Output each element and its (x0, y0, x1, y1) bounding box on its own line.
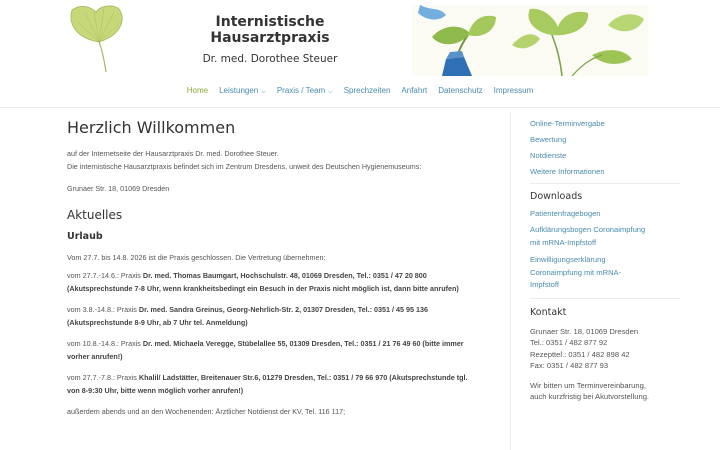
news-heading: Aktuelles (67, 207, 123, 222)
sidebar-link-bewertung[interactable]: Bewertung (530, 134, 690, 145)
downloads-heading: Downloads (530, 191, 583, 202)
replacement-entry: vom 27.7.-14.6.: Praxis Dr. med. Thomas … (67, 270, 497, 295)
nav-item-sprechzeiten[interactable]: Sprechzeiten (344, 86, 391, 100)
nav-item-label: Praxis / Team (276, 86, 326, 95)
download-link-line[interactable]: Impfstoff (530, 279, 690, 292)
replacement-practice: Dr. med. Sandra Greinus, Georg-Nehrlich-… (138, 305, 428, 314)
download-link-line[interactable]: Aufklärungsbogen Coronaimpfung (530, 224, 690, 237)
nav-item-label: Leistungen (219, 86, 259, 95)
contact-rezepttel: Rezepttel.: 0351 / 482 898 42 (530, 349, 630, 359)
nav-item-datenschutz[interactable]: Datenschutz (438, 86, 482, 100)
column-divider (510, 112, 511, 450)
download-link-line[interactable]: Coronaimpfung mit mRNA- (530, 267, 690, 280)
replacement-hours: von 8-9:30 Uhr, bitte wenn möglich vorhe… (67, 385, 244, 395)
nav-item-label: Impressum (493, 86, 534, 95)
replacement-line: vom 3.8.-14.8.: Praxis Dr. med. Sandra G… (67, 304, 497, 317)
replacement-prefix: vom 27.7.-7.8.: Praxis (67, 373, 139, 382)
contact-note: auch kurzfristig bei Akutvorstellung. (530, 392, 650, 401)
replacement-line: vom 27.7.-14.6.: Praxis Dr. med. Thomas … (67, 270, 497, 283)
replacement-line: vom 10.8.-14.8.: Praxis Dr. med. Michael… (67, 338, 497, 351)
replacement-hours: (Akutsprechstunde 7-8 Uhr, wenn krankhei… (67, 283, 459, 293)
chevron-down-icon: ⌵ (261, 89, 266, 95)
nav-item-anfahrt[interactable]: Anfahrt (401, 86, 427, 100)
chevron-down-icon: ⌵ (328, 89, 333, 95)
contact-fax: Fax: 0351 / 482 877 93 (530, 361, 609, 370)
sidebar-link-weitere-informationen[interactable]: Weitere Informationen (530, 166, 690, 177)
site-subtitle: Dr. med. Dorothee Steuer (202, 53, 338, 65)
replacement-entry: vom 10.8.-14.8.: Praxis Dr. med. Michael… (67, 338, 497, 363)
nav-item-label: Datenschutz (438, 86, 483, 95)
replacement-hours: (Akutsprechstunde 8-9 Uhr, ab 7 Uhr tel.… (67, 317, 248, 327)
nav-item-home[interactable]: Home (187, 86, 208, 100)
contact-heading: Kontakt (530, 306, 567, 318)
nav-item-label: Anfahrt (401, 86, 428, 95)
download-aufklaerungsbogen[interactable]: Aufklärungsbogen Coronaimpfung mit mRNA-… (530, 224, 690, 249)
vacation-text: Vom 27.7. bis 14.8. 2026 ist die Praxis … (67, 252, 326, 262)
sidebar-link-notdienste[interactable]: Notdienste (530, 150, 690, 161)
emergency-note: außerdem abends und an den Wochenenden: … (67, 407, 346, 416)
nav-item-praxis-team[interactable]: Praxis / Team ⌵ (277, 86, 333, 100)
main-navigation: Home Leistungen ⌵ Praxis / Team ⌵ Sprechze… (0, 86, 720, 100)
ginkgo-leaf-logo (70, 5, 123, 73)
download-einwilligungserklaerung[interactable]: Einwilligungserklärung Coronaimpfung mit… (530, 254, 690, 292)
nav-item-impressum[interactable]: Impressum (494, 86, 534, 100)
sidebar-divider (530, 297, 680, 299)
replacement-hours: vorher anrufen!) (67, 351, 123, 361)
sidebar-divider (530, 183, 680, 184)
replacement-practice: Khalil/ Ladstätter, Breitenauer Str.6, 0… (138, 373, 468, 382)
nav-item-label: Home (186, 86, 209, 95)
replacement-entry: vom 3.8.-14.8.: Praxis Dr. med. Sandra G… (67, 304, 497, 329)
site-header: Internistische Hausarztpraxis Dr. med. D… (0, 0, 720, 108)
replacement-line: vom 27.7.-7.8.: Praxis Khalil/ Ladstätte… (67, 372, 497, 385)
nav-item-leistungen[interactable]: Leistungen ⌵ (219, 86, 266, 100)
intro-line-2: Die internistische Hausarztpraxis befind… (67, 161, 422, 171)
replacement-entry: vom 27.7.-7.8.: Praxis Khalil/ Ladstätte… (67, 372, 497, 397)
site-title[interactable]: Internistische Hausarztpraxis (160, 14, 380, 46)
replacement-practice: Dr. med. Michaela Veregge, Stübelallee 5… (142, 339, 464, 348)
replacement-prefix: vom 10.8.-14.8.: Praxis (67, 339, 143, 348)
sidebar-link-online-terminvergabe[interactable]: Online-Terminvergabe (530, 118, 690, 129)
download-patientenfragebogen[interactable]: Patientenfragebogen (530, 208, 690, 219)
replacement-prefix: vom 3.8.-14.8.: Praxis (67, 305, 139, 314)
replacement-prefix: vom 27.7.-14.6.: Praxis (67, 271, 143, 280)
intro-line-1: auf der Internetseite der Hausarztpraxis… (67, 149, 279, 158)
vacation-heading: Urlaub (67, 230, 103, 242)
download-link-line[interactable]: Einwilligungserklärung (530, 254, 690, 267)
main-content: Herzlich Willkommen auf der Internetseit… (67, 112, 497, 419)
practice-address: Grunaer Str. 18, 01069 Dresden (67, 184, 170, 193)
replacement-practice: Dr. med. Thomas Baumgart, Hochschulstr. … (142, 271, 427, 280)
contact-tel: Tel.: 0351 / 482 877 92 (530, 338, 608, 347)
contact-note: Wir bitten um Terminvereinbarung, (530, 380, 646, 390)
ginkgo-plant-header-image (412, 5, 648, 76)
welcome-heading: Herzlich Willkommen (67, 118, 236, 137)
contact-address: Grunaer Str. 18, 01069 Dresden (530, 326, 639, 336)
nav-item-label: Sprechzeiten (343, 86, 391, 95)
download-link-line[interactable]: mit mRNA-Impfstoff (530, 237, 690, 250)
sidebar: Online-Terminvergabe Bewertung Notdienst… (530, 112, 690, 403)
